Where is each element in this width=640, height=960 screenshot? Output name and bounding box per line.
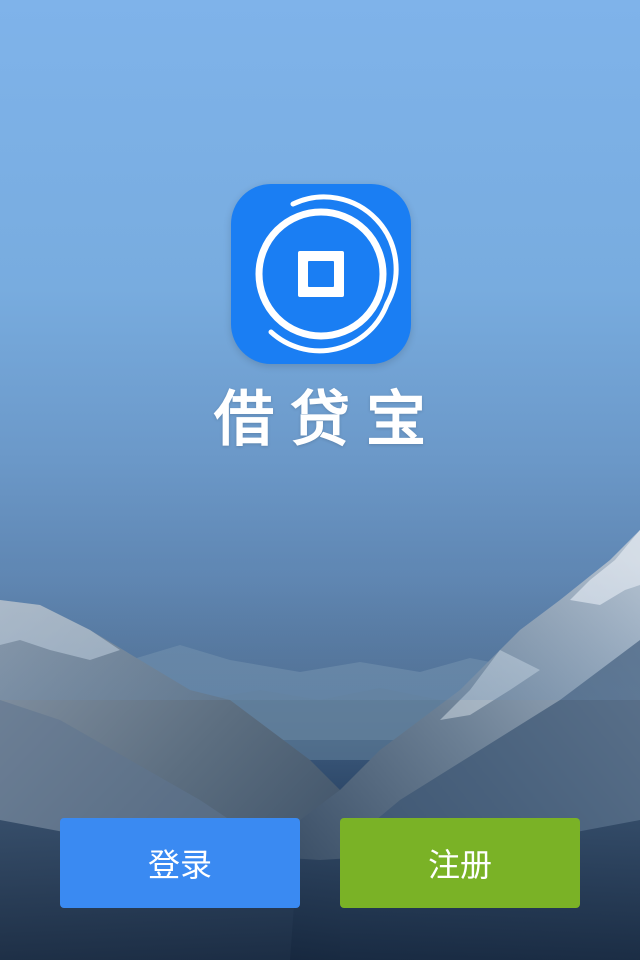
coin-logo-icon bbox=[255, 194, 399, 354]
register-button[interactable]: 注册 bbox=[340, 818, 580, 908]
app-logo bbox=[231, 184, 411, 364]
login-button[interactable]: 登录 bbox=[60, 818, 300, 908]
app-title: 借贷宝 bbox=[214, 385, 442, 455]
mountain-background bbox=[0, 530, 640, 960]
